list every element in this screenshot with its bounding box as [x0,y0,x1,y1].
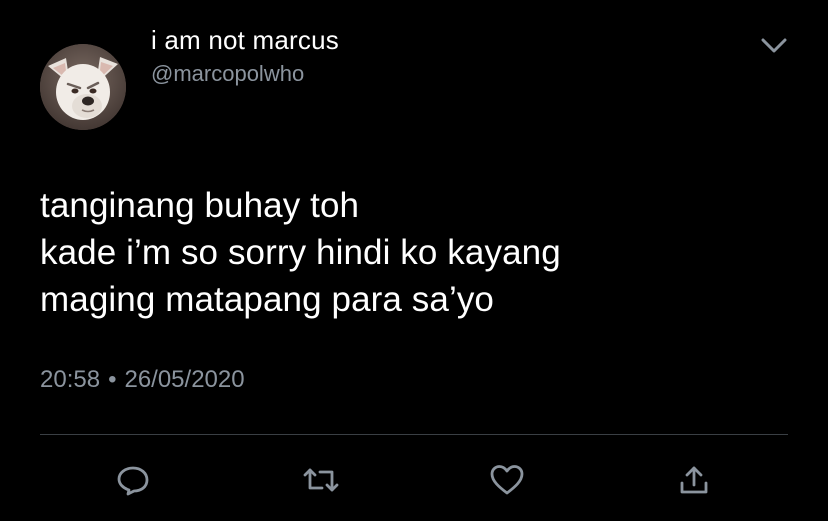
avatar[interactable] [40,44,126,130]
tweet-timestamp: 20:58 • 26/05/2020 [40,366,245,394]
tweet-card: i am not marcus @marcopolwho tanginang b… [0,0,828,521]
retweet-icon [303,468,339,492]
user-handle[interactable]: @marcopolwho [151,61,304,87]
tweet-line: maging matapang para sa’yo [40,280,494,319]
dog-avatar-icon [40,44,126,130]
like-button[interactable] [487,460,527,500]
share-button[interactable] [674,460,714,500]
tweet-text: tanginang buhay toh kade i’m so sorry hi… [40,182,800,323]
chevron-down-icon[interactable] [756,32,792,58]
share-icon [680,466,708,494]
divider [40,434,788,435]
reply-button[interactable] [113,460,153,500]
separator-dot: • [108,366,117,393]
tweet-time: 20:58 [40,366,101,393]
tweet-line: tanginang buhay toh [40,186,360,225]
display-name[interactable]: i am not marcus [151,25,339,56]
tweet-date: 26/05/2020 [124,366,245,393]
tweet-line: kade i’m so sorry hindi ko kayang [40,233,561,272]
retweet-button[interactable] [301,460,341,500]
reply-icon [117,466,149,496]
heart-icon [490,465,524,495]
